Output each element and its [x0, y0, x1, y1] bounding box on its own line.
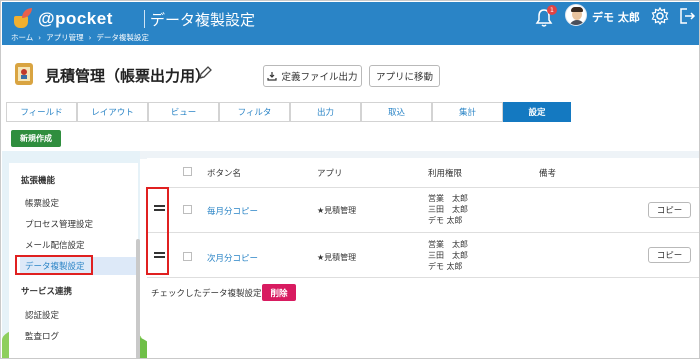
sidebar-item-auth-settings[interactable]: 認証設定	[25, 309, 59, 321]
tab-settings[interactable]: 設定	[503, 102, 571, 122]
breadcrumb: ホーム › アプリ管理 › データ複製設定	[11, 32, 149, 43]
sidebar-item-form-settings[interactable]: 帳票設定	[25, 197, 59, 209]
bulk-action-label: チェックしたデータ複製設定を	[151, 289, 271, 299]
row-permissions: 営業 太郎 三田 太郎 デモ 太郎	[428, 193, 468, 226]
breadcrumb-home[interactable]: ホーム	[11, 32, 33, 43]
sidebar-item-mail-settings[interactable]: メール配信設定	[25, 239, 85, 251]
column-header-button-name: ボタン名	[207, 169, 242, 179]
breadcrumb-app-management[interactable]: アプリ管理	[46, 32, 84, 43]
header-title: データ複製設定	[150, 11, 256, 29]
tab-field[interactable]: フィールド	[6, 102, 77, 122]
tab-import[interactable]: 取込	[361, 102, 432, 122]
tab-aggregate[interactable]: 集計	[432, 102, 503, 122]
row-divider	[147, 232, 699, 233]
tab-view[interactable]: ビュー	[148, 102, 219, 122]
permission-user: 三田 太郎	[428, 251, 468, 260]
sidebar-item-process-settings[interactable]: プロセス管理設定	[25, 218, 93, 230]
copy-button[interactable]: コピー	[648, 202, 691, 218]
row-app: ★見積管理	[317, 253, 357, 262]
row-permissions: 営業 太郎 三田 太郎 デモ 太郎	[428, 239, 468, 272]
tab-output[interactable]: 出力	[290, 102, 361, 122]
tab-layout[interactable]: レイアウト	[77, 102, 148, 122]
export-label: 定義ファイル出力	[281, 72, 358, 83]
sidebar-scrollbar[interactable]	[136, 239, 140, 358]
sidebar-item-audit-log[interactable]: 監査ログ	[25, 330, 59, 342]
sidebar-section-extensions: 拡張機能	[21, 176, 56, 186]
column-header-permissions: 利用権限	[428, 169, 463, 179]
new-create-button[interactable]: 新規作成	[11, 130, 61, 147]
column-header-app: アプリ	[317, 169, 343, 179]
top-header: @pocket データ複製設定 ホーム › アプリ管理 › データ複製設定 1 …	[2, 2, 699, 45]
pencil-icon[interactable]	[197, 65, 213, 81]
user-name[interactable]: デモ 太郎	[592, 9, 640, 25]
logo-text: @pocket	[38, 9, 113, 28]
chevron-right-icon: ›	[88, 33, 92, 42]
row-button-name-link[interactable]: 次月分コピー	[207, 252, 258, 264]
row-button-name-link[interactable]: 毎月分コピー	[207, 205, 258, 217]
permission-user: デモ 太郎	[428, 262, 463, 271]
row-divider	[147, 277, 699, 278]
logo-icon	[10, 8, 36, 30]
delete-button[interactable]: 削除	[262, 284, 296, 301]
avatar[interactable]	[565, 4, 587, 26]
app-window: @pocket データ複製設定 ホーム › アプリ管理 › データ複製設定 1 …	[0, 0, 700, 359]
highlight-box	[15, 255, 93, 275]
sidebar-section-service: サービス連携	[21, 287, 73, 297]
notification-badge: 1	[547, 5, 557, 15]
permission-user: 営業 太郎	[428, 194, 468, 203]
permission-user: 三田 太郎	[428, 205, 468, 214]
chevron-right-icon: ›	[38, 33, 42, 42]
download-icon	[267, 72, 278, 81]
row-checkbox[interactable]	[183, 252, 192, 261]
row-checkbox[interactable]	[183, 205, 192, 214]
permission-user: デモ 太郎	[428, 216, 463, 225]
goto-app-button[interactable]: アプリに移動	[369, 65, 440, 87]
highlight-box	[146, 187, 169, 275]
header-divider	[144, 10, 145, 28]
select-all-checkbox[interactable]	[183, 167, 192, 176]
tab-filter[interactable]: フィルタ	[219, 102, 290, 122]
permission-user: 営業 太郎	[428, 240, 468, 249]
app-book-icon	[13, 61, 35, 87]
gear-icon[interactable]	[651, 6, 669, 26]
row-app: ★見積管理	[317, 206, 357, 215]
page-title: 見積管理（帳票出力用）	[45, 67, 211, 85]
copy-button[interactable]: コピー	[648, 247, 691, 263]
logout-icon[interactable]	[679, 7, 696, 25]
breadcrumb-current: データ複製設定	[96, 33, 149, 42]
export-definition-button[interactable]: 定義ファイル出力	[263, 65, 362, 87]
app-logo[interactable]: @pocket	[10, 8, 113, 30]
column-header-notes: 備考	[539, 169, 557, 179]
